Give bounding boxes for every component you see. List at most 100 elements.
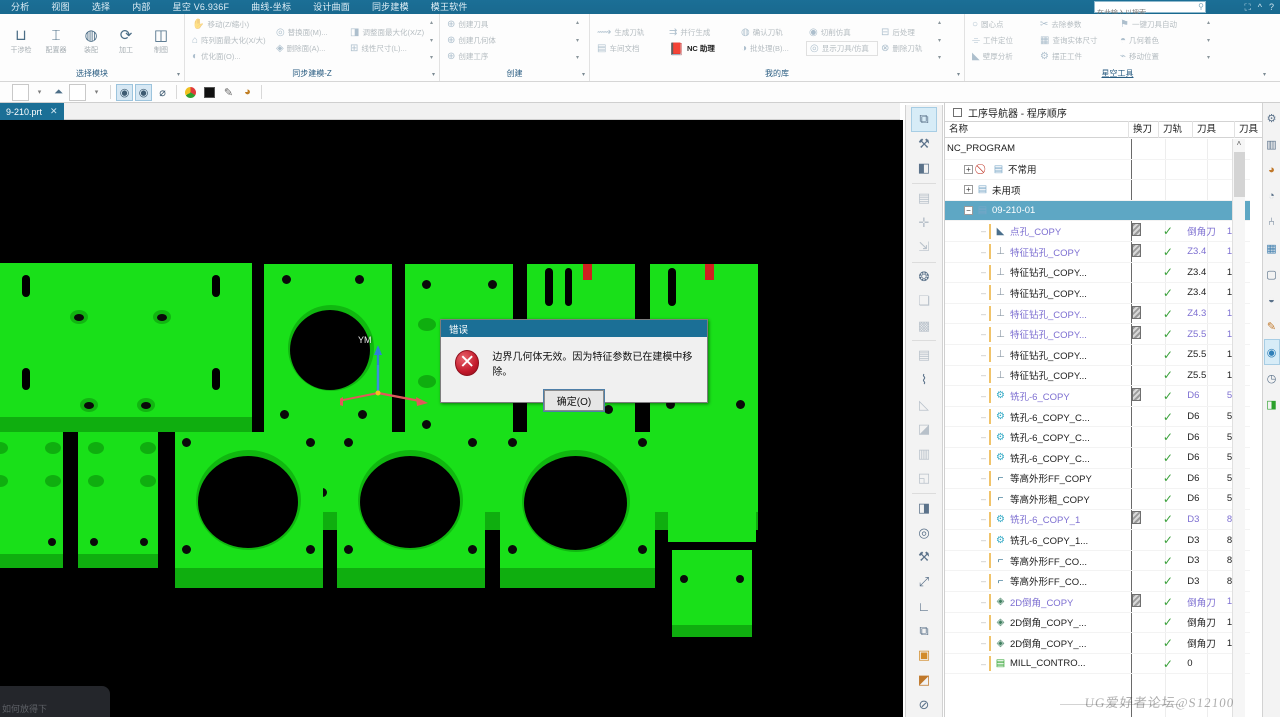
chevron-down-icon[interactable]: ▾	[432, 68, 435, 82]
chevron-down-icon-2[interactable]: ▾	[88, 84, 105, 101]
file-tab[interactable]: 9-210.prt ✕	[0, 103, 64, 120]
create-overflow[interactable]: ▴ ▾ ▾	[574, 16, 581, 65]
no-shading-icon[interactable]: ⌀	[154, 84, 171, 101]
column-header-toolno[interactable]: 刀具号	[1235, 121, 1261, 138]
ribbon-btn-configurator[interactable]: ⌶ 配置器	[39, 26, 73, 56]
gear-small-icon[interactable]: ⚙	[1264, 105, 1280, 131]
tree-row[interactable]: – ⌐ 等高外形FF_COPY ✓ D6 5	[945, 469, 1250, 490]
ribbon-item-postprocess[interactable]: ⊟ 后处理	[878, 25, 936, 40]
menu-item-1[interactable]: 视图	[40, 0, 80, 14]
cube-icon[interactable]: ▢	[1264, 261, 1280, 287]
tree-expander[interactable]: +	[964, 164, 973, 174]
spectrum-icon[interactable]: ◨	[1264, 391, 1280, 417]
close-icon[interactable]: ✕	[50, 106, 58, 117]
wrench-icon[interactable]: ⚒	[911, 545, 937, 570]
tree-row[interactable]: – ⚙ 铣孔-6_COPY_C... ✓ D6 5	[945, 407, 1250, 428]
ribbon-item-create-operation[interactable]: ⊕ 创建工序	[444, 49, 574, 64]
chevron-down-icon[interactable]: ▾	[1263, 68, 1266, 82]
ribbon-item-delete-face[interactable]: ◈ 删除面(A)...	[273, 41, 347, 56]
ribbon-item-replace-face[interactable]: ◎ 替换面(M)...	[273, 25, 347, 40]
cylinder-icon[interactable]: ▥	[1264, 131, 1280, 157]
tree-row[interactable]: – ⚙ 铣孔-6_COPY ✓ D6 5	[945, 386, 1250, 407]
tree-row[interactable]: +⃠ ▤ 不常用	[945, 160, 1250, 181]
geometry-view-icon[interactable]: ◧	[911, 156, 937, 181]
edit-pencil-icon[interactable]: ✎	[220, 84, 237, 101]
copy-body-icon[interactable]: ⧉	[911, 619, 937, 644]
tree-row[interactable]: –◈2D倒角_COPY_...✓倒角刀10	[945, 633, 1250, 654]
ribbon-item-pattern-face[interactable]: ⌂ 阵列面最大化(X/大)	[189, 33, 273, 48]
tree-row[interactable]: –⊥特征钻孔_COPY✓Z3.413	[945, 242, 1250, 263]
ribbon-item-nc-assistant[interactable]: 📕 NC 助理	[666, 41, 738, 56]
column-header-path[interactable]: 刀轨	[1159, 121, 1193, 138]
tree-body[interactable]: NC_PROGRAM+⃠▤不常用+▤未用项−▤09-210-01–◣点孔_COP…	[945, 139, 1250, 717]
ribbon-item-cut-sim[interactable]: ◉ 切削仿真	[806, 25, 878, 40]
tree-row[interactable]: NC_PROGRAM	[945, 139, 1250, 160]
transform-icon[interactable]: ⇲	[911, 235, 937, 260]
tree-row[interactable]: –⊥特征钻孔_COPY...✓Z5.518	[945, 345, 1250, 366]
section-icon[interactable]: ◪	[911, 417, 937, 442]
tree-row[interactable]: – ▤ MILL_CONTRO... ✓ 0	[945, 654, 1250, 675]
ribbon-item-resize-face[interactable]: ◨ 调整面最大化(X/Z)	[347, 25, 428, 40]
ribbon-item-auto-tool[interactable]: ⚑ 一键刀具自动	[1117, 17, 1205, 32]
blank-icon[interactable]: ◱	[911, 466, 937, 491]
chevron-down-icon[interactable]: ▾	[31, 84, 48, 101]
layer-copy-icon[interactable]: ❏	[911, 289, 937, 314]
ribbon-item-create-geometry[interactable]: ⊕ 创建几何体	[444, 33, 574, 48]
program-order-view-icon[interactable]: ⧉	[911, 107, 937, 132]
box-icon[interactable]: ▣	[911, 643, 937, 668]
move-icon[interactable]: ✛	[911, 210, 937, 235]
clock-icon[interactable]: ◷	[1264, 365, 1280, 391]
chevron-down-icon[interactable]: ▾	[582, 68, 585, 82]
ribbon-item-parallel-generate[interactable]: ⇉ 并行生成	[666, 25, 738, 40]
graphics-viewport[interactable]: YM	[0, 120, 903, 717]
column-header-tool[interactable]: 刀具	[1193, 121, 1235, 138]
tree-expander[interactable]: −	[964, 206, 973, 216]
ribbon-item-show-tool[interactable]: ◎ 显示刀具/仿真	[806, 41, 878, 56]
tree-vscrollbar[interactable]: ˄ ˅	[1232, 139, 1245, 717]
tree-row[interactable]: – ⚙ 铣孔-6_COPY_1 ✓ D3 8	[945, 510, 1250, 531]
stock-icon[interactable]: ◩	[911, 668, 937, 693]
ribbon-item-linear-dim[interactable]: ⊞ 线性尺寸(L)...	[347, 41, 428, 56]
ribbon-item-move-position[interactable]: ⌁ 移动位置	[1117, 49, 1205, 64]
ribbon-item-batch[interactable]: ◑ 批处理(B)...	[738, 41, 806, 56]
pin-icon[interactable]	[953, 107, 962, 117]
layer-category-icon[interactable]: ▩	[911, 314, 937, 339]
tree-row[interactable]: + ▤ 未用项	[945, 180, 1250, 201]
tree-expander[interactable]: +	[964, 185, 973, 195]
ribbon-item-align-workpiece[interactable]: ⚙ 摆正工件	[1037, 49, 1117, 64]
tree-row[interactable]: – ⚙ 铣孔-6_COPY_C... ✓ D6 5	[945, 448, 1250, 469]
table-icon[interactable]: ▦	[1264, 235, 1280, 261]
ribbon-item-move[interactable]: ✋ 移动(Z/缩小)	[189, 17, 273, 32]
paint-icon[interactable]: ◕	[1264, 157, 1280, 183]
corner-icon[interactable]: ∟	[911, 594, 937, 619]
ribbon-item-workpiece-locate[interactable]: ⌯ 工件定位	[969, 33, 1037, 48]
wcs-display-icon[interactable]: ◉	[116, 83, 133, 101]
lib-overflow[interactable]: ▴ ▾ ▾	[936, 16, 943, 65]
brush-icon[interactable]: ✎	[1264, 313, 1280, 339]
eye-icon[interactable]: ◉	[135, 83, 152, 101]
tree-row[interactable]: –◈2D倒角_COPY_...✓倒角刀10	[945, 613, 1250, 634]
ribbon-item-workshop-doc[interactable]: ▤ 车间文档	[594, 41, 666, 56]
ribbon-item-generate-path[interactable]: ⟿ 生成刀轨	[594, 25, 666, 40]
error-dialog[interactable]: 错误 ✕ 边界几何体无效。因为特征参数已在建模中移除。 确定(O)	[440, 319, 708, 412]
tree-row[interactable]: –⊥特征钻孔_COPY...✓Z5.518	[945, 324, 1250, 345]
minimize-icon[interactable]: ^	[1258, 0, 1262, 14]
tree-row[interactable]: –◣点孔_COPY✓倒角刀10	[945, 221, 1250, 242]
shaded-view-icon[interactable]	[201, 84, 218, 101]
help-icon[interactable]: ?	[1269, 0, 1274, 14]
tool-shank-icon[interactable]: ▥	[911, 442, 937, 467]
eyedropper-icon[interactable]: ⌇	[911, 368, 937, 393]
menu-item-2[interactable]: 选择	[81, 0, 121, 14]
tree-row[interactable]: – ⌐ 等高外形FF_CO... ✓ D3 8	[945, 551, 1250, 572]
material-icon[interactable]: ◒	[1264, 287, 1280, 313]
ribbon-item-delete-path[interactable]: ⊗ 删除刀轨	[878, 41, 936, 56]
hide-icon[interactable]: ⊘	[911, 692, 937, 717]
star-overflow[interactable]: ▴ ▾ ▾	[1205, 16, 1212, 65]
color-wheel-icon[interactable]	[182, 84, 199, 101]
tree-row[interactable]: –◈2D倒角_COPY✓倒角刀10	[945, 592, 1250, 613]
ribbon-item-query-size[interactable]: ▦ 查询实体尺寸	[1037, 33, 1117, 48]
workpiece-icon[interactable]: ▤	[911, 186, 937, 211]
ribbon-item-center-point[interactable]: ○ 圆心点	[969, 17, 1037, 32]
tree-row[interactable]: –⊥特征钻孔_COPY...✓Z3.413	[945, 283, 1250, 304]
expand-icon[interactable]: ⤢	[911, 569, 937, 594]
